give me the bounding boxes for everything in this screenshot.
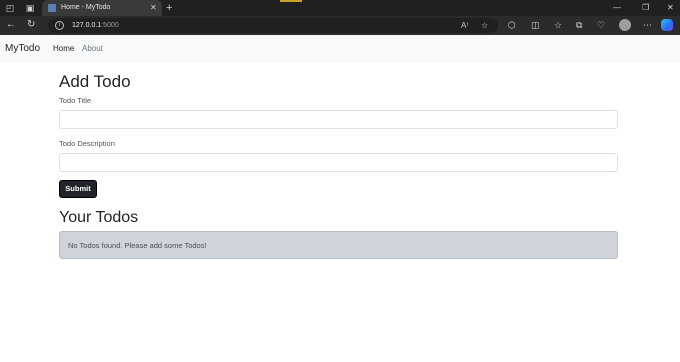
site-info-icon[interactable]: i bbox=[55, 21, 64, 30]
titlebar-accent bbox=[280, 0, 302, 2]
extensions-icon[interactable]: ⬡ bbox=[508, 19, 516, 31]
your-todos-heading: Your Todos bbox=[59, 209, 139, 226]
add-todo-heading: Add Todo bbox=[59, 72, 131, 91]
new-tab-button[interactable]: + bbox=[166, 1, 172, 15]
browser-toolbar: ← ↻ i 127.0.0.1:5000 A⁾ ☆ ⬡ ◫ ☆ ⧉ ♡ ⋯ bbox=[0, 16, 680, 35]
more-icon[interactable]: ⋯ bbox=[643, 19, 652, 31]
workspaces-icon[interactable]: ◰ bbox=[5, 3, 15, 13]
collections-icon[interactable]: ⧉ bbox=[576, 19, 582, 31]
browser-tab[interactable]: Home - MyTodo ✕ bbox=[42, 0, 162, 16]
read-aloud-icon[interactable]: A⁾ bbox=[461, 20, 468, 31]
todo-title-label: Todo Title bbox=[59, 96, 92, 105]
browser-title-bar: ◰ ▣ Home - MyTodo ✕ + — ❐ ✕ bbox=[0, 0, 680, 16]
tab-actions-icon[interactable]: ▣ bbox=[25, 3, 35, 13]
todo-description-label: Todo Description bbox=[59, 139, 115, 148]
url-text[interactable]: 127.0.0.1:5000 bbox=[72, 20, 119, 31]
copilot-icon[interactable] bbox=[661, 19, 673, 31]
split-screen-icon[interactable]: ◫ bbox=[531, 19, 540, 31]
close-window-button[interactable]: ✕ bbox=[667, 2, 674, 14]
restore-button[interactable]: ❐ bbox=[642, 2, 649, 14]
navbar-brand[interactable]: MyTodo bbox=[5, 43, 40, 55]
back-icon[interactable]: ← bbox=[6, 19, 16, 31]
profile-icon[interactable] bbox=[619, 19, 631, 31]
tab-favicon-icon bbox=[48, 4, 56, 12]
tab-close-icon[interactable]: ✕ bbox=[150, 2, 157, 14]
browser-essentials-icon[interactable]: ♡ bbox=[597, 19, 605, 31]
submit-button[interactable]: Submit bbox=[59, 180, 97, 198]
todo-description-input[interactable] bbox=[59, 153, 618, 172]
tab-title: Home - MyTodo bbox=[61, 4, 111, 11]
refresh-icon[interactable]: ↻ bbox=[27, 19, 35, 31]
empty-todos-message: No Todos found. Please add some Todos! bbox=[68, 241, 207, 250]
empty-todos-alert: No Todos found. Please add some Todos! bbox=[59, 231, 618, 259]
minimize-button[interactable]: — bbox=[613, 2, 621, 14]
todo-title-input[interactable] bbox=[59, 110, 618, 129]
nav-link-about[interactable]: About bbox=[82, 44, 103, 54]
favorites-bar-icon[interactable]: ☆ bbox=[554, 19, 562, 31]
address-bar[interactable]: i 127.0.0.1:5000 A⁾ ☆ bbox=[48, 18, 498, 33]
app-navbar: MyTodo Home About bbox=[0, 35, 680, 63]
favorite-icon[interactable]: ☆ bbox=[481, 20, 488, 31]
nav-link-home[interactable]: Home bbox=[53, 44, 74, 54]
